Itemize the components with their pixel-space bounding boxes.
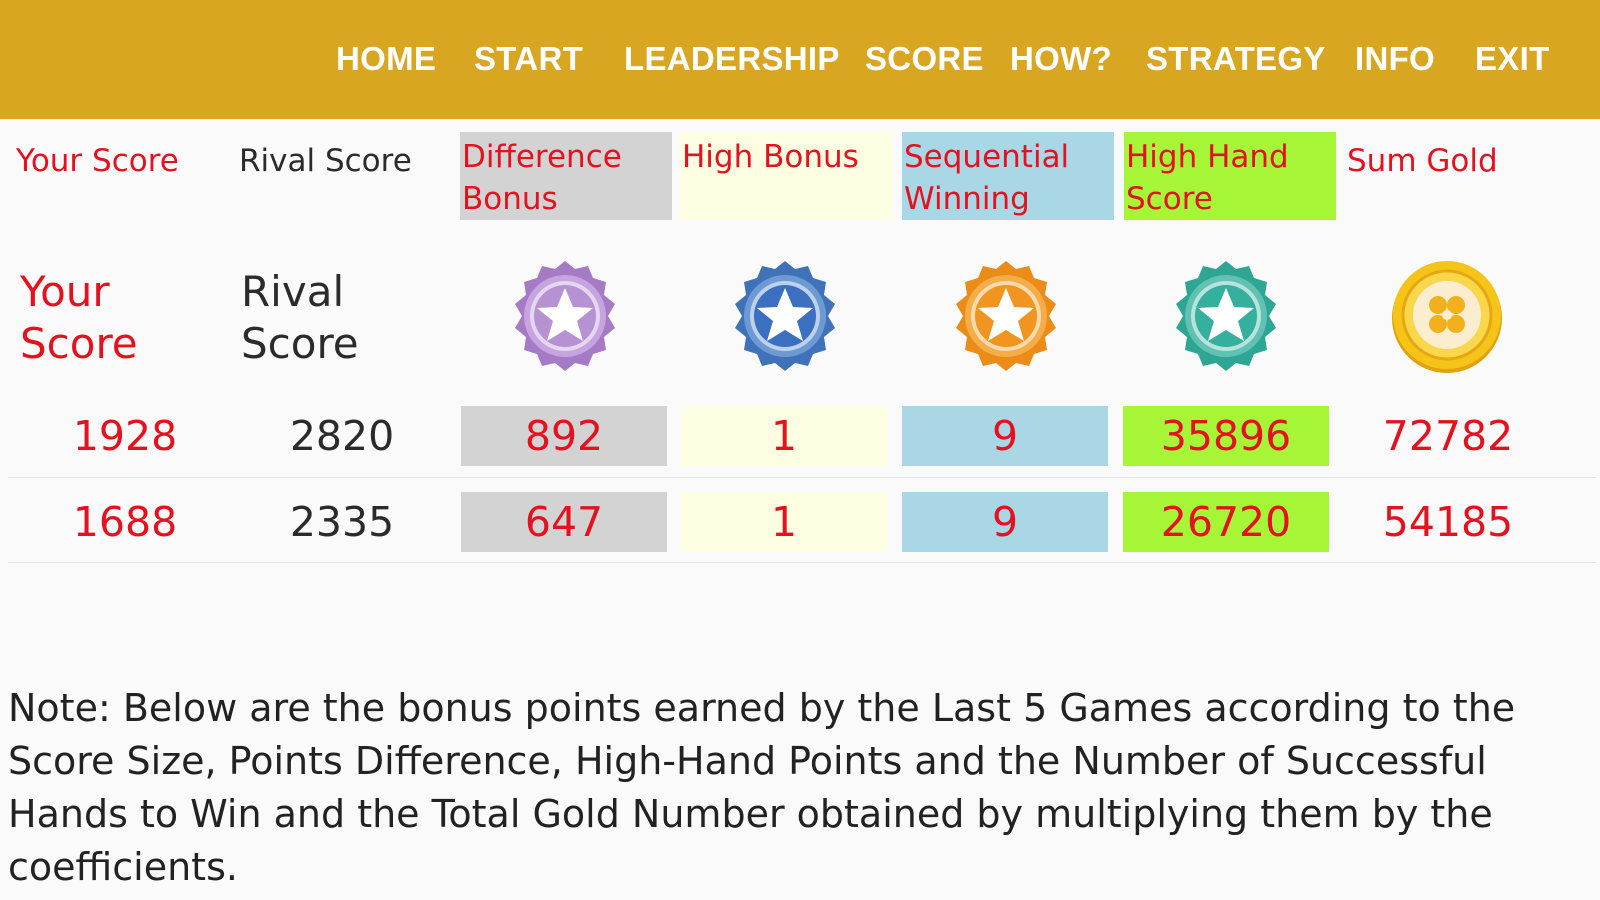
nav-score[interactable]: SCORE bbox=[865, 40, 984, 78]
rival-score-label: Rival Score bbox=[241, 266, 359, 370]
row1-high-hand-score: 35896 bbox=[1123, 406, 1329, 466]
rival-score-label-line2: Score bbox=[241, 319, 359, 368]
top-nav-bar: HOME START LEADERSHIP SCORE HOW? STRATEG… bbox=[0, 0, 1600, 119]
gold-coin-icon bbox=[1392, 261, 1502, 373]
header-rival-score: Rival Score bbox=[239, 143, 412, 179]
nav-start[interactable]: START bbox=[474, 40, 583, 78]
row2-sum-gold: 54185 bbox=[1382, 498, 1514, 546]
row2-sequential-winning: 9 bbox=[902, 492, 1108, 552]
row2-your-score: 1688 bbox=[72, 498, 178, 546]
row2-high-hand-score: 26720 bbox=[1123, 492, 1329, 552]
nav-home[interactable]: HOME bbox=[336, 40, 436, 78]
row-divider bbox=[8, 562, 1596, 563]
your-score-label-line1: Your bbox=[20, 267, 110, 316]
nav-leadership[interactable]: LEADERSHIP bbox=[624, 40, 840, 78]
row1-sequential-winning: 9 bbox=[902, 406, 1108, 466]
row1-your-score: 1928 bbox=[72, 412, 178, 460]
row2-rival-score: 2335 bbox=[289, 498, 395, 546]
row1-difference-bonus: 892 bbox=[461, 406, 667, 466]
rival-score-label-line1: Rival bbox=[241, 267, 345, 316]
row2-high-bonus: 1 bbox=[681, 492, 887, 552]
your-score-label-line2: Score bbox=[20, 319, 138, 368]
header-sequential-winning: Sequential Winning bbox=[902, 132, 1114, 220]
nav-exit[interactable]: EXIT bbox=[1475, 40, 1550, 78]
row2-difference-bonus: 647 bbox=[461, 492, 667, 552]
blue-star-badge-icon bbox=[735, 261, 835, 371]
teal-star-badge-icon bbox=[1176, 261, 1276, 371]
header-high-hand-score: High Hand Score bbox=[1124, 132, 1336, 220]
row-divider bbox=[8, 477, 1596, 478]
header-your-score: Your Score bbox=[16, 143, 179, 179]
row1-rival-score: 2820 bbox=[289, 412, 395, 460]
note-text: Note: Below are the bonus points earned … bbox=[8, 686, 1516, 889]
nav-info[interactable]: INFO bbox=[1355, 40, 1435, 78]
purple-star-badge-icon bbox=[515, 261, 615, 371]
row1-high-bonus: 1 bbox=[681, 406, 887, 466]
header-difference-bonus: Difference Bonus bbox=[460, 132, 672, 220]
row1-sum-gold: 72782 bbox=[1382, 412, 1514, 460]
nav-strategy[interactable]: STRATEGY bbox=[1146, 40, 1326, 78]
header-sum-gold: Sum Gold bbox=[1347, 143, 1498, 179]
nav-how[interactable]: HOW? bbox=[1010, 40, 1112, 78]
your-score-label: Your Score bbox=[20, 266, 138, 370]
header-high-bonus: High Bonus bbox=[680, 132, 892, 220]
orange-star-badge-icon bbox=[956, 261, 1056, 371]
